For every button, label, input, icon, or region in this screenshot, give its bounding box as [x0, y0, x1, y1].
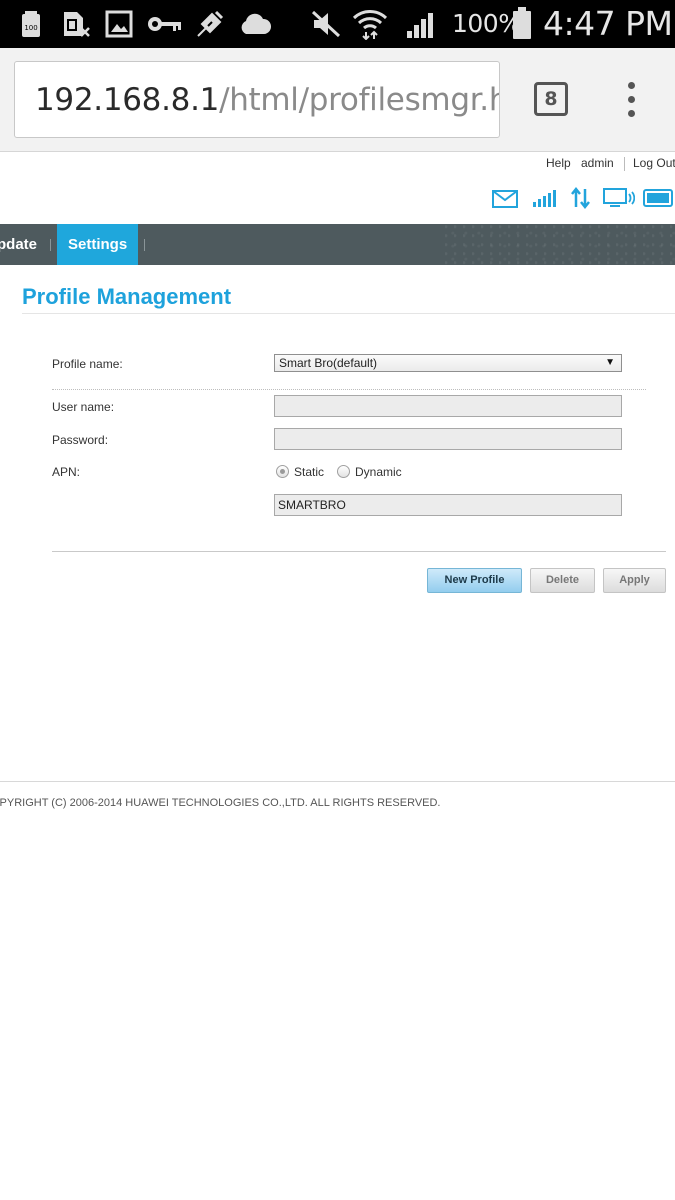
- clock: 4:47 PM: [543, 4, 673, 43]
- gallery-icon: [104, 10, 134, 38]
- key-icon: [147, 10, 183, 38]
- nav-separator: [50, 239, 51, 251]
- tab-switcher-button[interactable]: 8: [534, 82, 568, 116]
- main-nav: pdate Settings: [0, 224, 675, 265]
- cloud-icon: [238, 10, 272, 38]
- help-link[interactable]: Help: [546, 156, 571, 170]
- signal-bars-icon: [532, 188, 560, 213]
- battery-icon: [510, 6, 534, 40]
- battery-small-label: 100: [24, 24, 37, 32]
- mail-icon[interactable]: [492, 190, 518, 213]
- data-transfer-icon: [570, 186, 592, 214]
- delete-button[interactable]: Delete: [530, 568, 595, 593]
- page-title: Profile Management: [22, 284, 232, 309]
- section-divider: [52, 389, 646, 390]
- url-bar[interactable]: 192.168.8.1/html/profilesmgr.htm: [14, 61, 500, 138]
- password-label: Password:: [52, 433, 109, 447]
- user-name-label: User name:: [52, 400, 115, 414]
- pc-connection-icon: [603, 188, 636, 213]
- nav-item-settings[interactable]: Settings: [57, 224, 139, 265]
- dropdown-arrow-icon: ▼: [605, 357, 615, 368]
- logout-link[interactable]: Log Out: [633, 156, 675, 170]
- copyright-text: OPYRIGHT (C) 2006-2014 HUAWEI TECHNOLOGI…: [0, 797, 441, 809]
- apn-label: APN:: [52, 465, 81, 479]
- apn-dynamic-label[interactable]: Dynamic: [355, 465, 402, 479]
- apn-static-label[interactable]: Static: [294, 465, 324, 479]
- header-link-separator: [624, 157, 625, 171]
- profile-name-select[interactable]: Smart Bro(default) ▼: [274, 354, 622, 372]
- overflow-menu-icon[interactable]: [622, 82, 642, 118]
- password-input[interactable]: [274, 428, 622, 450]
- user-name-input[interactable]: [274, 395, 622, 417]
- battery-level-icon: [643, 189, 675, 212]
- wifi-icon: [352, 10, 388, 40]
- user-link[interactable]: admin: [581, 156, 614, 170]
- title-divider: [22, 313, 675, 314]
- footer-divider: [0, 781, 675, 782]
- status-bar: 100 100% 4:47 PM: [0, 0, 675, 48]
- apply-button[interactable]: Apply: [603, 568, 666, 593]
- sim-error-icon: [60, 10, 92, 38]
- signal-icon: [405, 10, 439, 38]
- header-links: Help admin Log Out: [0, 156, 675, 172]
- nav-item-update[interactable]: pdate: [0, 224, 37, 265]
- nav-separator: [144, 239, 145, 251]
- form-divider: [52, 551, 666, 552]
- profile-name-value: Smart Bro(default): [279, 356, 378, 370]
- url-host: 192.168.8.1: [35, 82, 220, 118]
- apn-input[interactable]: SMARTBRO: [274, 494, 622, 516]
- browser-toolbar: 192.168.8.1/html/profilesmgr.htm 8: [0, 48, 675, 152]
- url-path: /html/profilesmgr.htm: [219, 82, 499, 118]
- battery-100-icon: 100: [20, 10, 42, 38]
- mute-icon: [310, 10, 342, 38]
- apn-static-radio[interactable]: [276, 465, 289, 478]
- apn-dynamic-radio[interactable]: [337, 465, 350, 478]
- usb-debug-icon: [194, 10, 226, 38]
- nav-texture: [445, 224, 675, 265]
- profile-name-label: Profile name:: [52, 357, 123, 371]
- new-profile-button[interactable]: New Profile: [427, 568, 522, 593]
